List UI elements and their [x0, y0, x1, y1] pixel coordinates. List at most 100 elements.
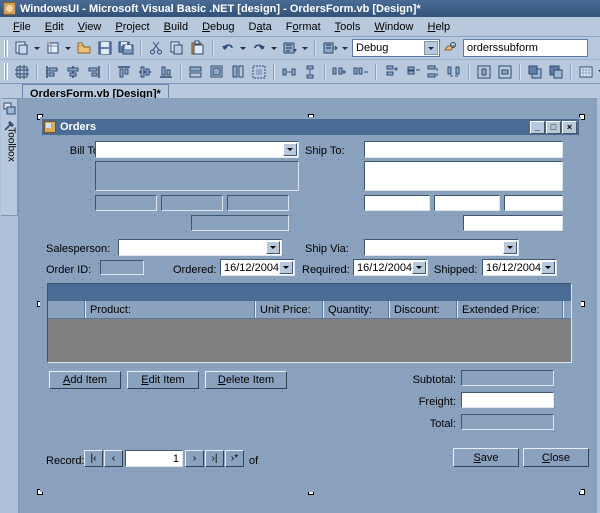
last-record-button[interactable]: ›| — [205, 450, 224, 467]
previous-record-button[interactable]: ‹ — [104, 450, 123, 467]
menu-format[interactable]: Format — [279, 19, 328, 35]
decrease-h-spacing-icon[interactable] — [350, 62, 371, 82]
menu-project[interactable]: Project — [108, 19, 156, 35]
menu-window[interactable]: Window — [367, 19, 420, 35]
add-item-button[interactable]: Add Item — [49, 371, 121, 389]
new-project-icon[interactable] — [11, 38, 32, 58]
form-client-area[interactable]: Bill To: Ship To: Salesperson: Ship Via:… — [42, 135, 589, 490]
form-designer-surface[interactable]: Orders _ □ × Bill To: Ship To: Salespers… — [19, 98, 600, 513]
chevron-down-icon[interactable] — [412, 261, 426, 274]
align-bottom-icon[interactable] — [155, 62, 176, 82]
make-equal-h-spacing-icon[interactable] — [443, 62, 464, 82]
bill-to-city-field[interactable] — [95, 195, 157, 211]
toolbar-grip[interactable] — [4, 39, 8, 57]
column-header-quantity[interactable]: Quantity: — [324, 301, 390, 318]
edit-item-button[interactable]: Edit Item — [127, 371, 199, 389]
bill-to-address-field[interactable] — [95, 161, 299, 191]
close-button[interactable]: Close — [523, 448, 589, 467]
new-item-icon[interactable] — [42, 38, 63, 58]
shipped-date-picker[interactable]: 16/12/2004 — [482, 259, 557, 276]
find-icon[interactable] — [440, 38, 461, 58]
chevron-down-icon[interactable] — [424, 41, 438, 55]
column-header-extended-price[interactable]: Extended Price: — [458, 301, 564, 318]
send-to-back-icon[interactable] — [545, 62, 566, 82]
chevron-down-icon[interactable] — [266, 241, 280, 254]
required-date-picker[interactable]: 16/12/2004 — [353, 259, 428, 276]
orders-form[interactable]: Orders _ □ × Bill To: Ship To: Salespers… — [40, 117, 589, 492]
redo-dropdown-icon[interactable] — [269, 38, 279, 58]
bill-to-country-field[interactable] — [191, 215, 289, 231]
ship-to-name-field[interactable] — [364, 141, 563, 158]
menu-tools[interactable]: Tools — [328, 19, 368, 35]
save-all-icon[interactable] — [115, 38, 136, 58]
new-item-dropdown-icon[interactable] — [63, 38, 73, 58]
bring-to-front-icon[interactable] — [524, 62, 545, 82]
bill-to-region-field[interactable] — [161, 195, 223, 211]
make-same-width-icon[interactable] — [185, 62, 206, 82]
ship-to-country-field[interactable] — [463, 215, 563, 231]
save-icon[interactable] — [94, 38, 115, 58]
menu-edit[interactable]: Edit — [38, 19, 71, 35]
solution-config-combo[interactable]: Debug — [352, 39, 440, 57]
navigate-icon[interactable] — [279, 38, 300, 58]
menu-file[interactable]: File — [6, 19, 38, 35]
ship-via-combo[interactable] — [364, 239, 519, 256]
order-id-field[interactable] — [100, 260, 144, 275]
menu-debug[interactable]: Debug — [195, 19, 241, 35]
chevron-down-icon[interactable] — [283, 143, 297, 156]
minimize-button[interactable]: _ — [530, 120, 545, 134]
toolbox-tab[interactable]: Toolbox — [1, 98, 18, 216]
run-dropdown-icon[interactable] — [340, 38, 350, 58]
start-debug-icon[interactable] — [319, 38, 340, 58]
new-record-button[interactable]: ›* — [225, 450, 244, 467]
new-project-dropdown-icon[interactable] — [32, 38, 42, 58]
make-same-height-icon[interactable] — [227, 62, 248, 82]
paste-icon[interactable] — [187, 38, 208, 58]
align-center-icon[interactable] — [62, 62, 83, 82]
column-header-product[interactable]: Product: — [86, 301, 256, 318]
delete-item-button[interactable]: Delete Item — [205, 371, 287, 389]
ship-to-region-field[interactable] — [434, 195, 500, 211]
align-right-icon[interactable] — [83, 62, 104, 82]
copy-icon[interactable] — [166, 38, 187, 58]
redo-icon[interactable] — [248, 38, 269, 58]
grid-dropdown-icon[interactable] — [596, 62, 600, 82]
ship-to-city-field[interactable] — [364, 195, 430, 211]
freight-field[interactable] — [461, 392, 554, 408]
align-top-icon[interactable] — [113, 62, 134, 82]
center-horizontally-icon[interactable] — [473, 62, 494, 82]
save-button[interactable]: Save — [453, 448, 519, 467]
chevron-down-icon[interactable] — [503, 241, 517, 254]
bill-to-postalcode-field[interactable] — [227, 195, 289, 211]
align-middle-icon[interactable] — [134, 62, 155, 82]
horizontal-spacing-icon[interactable] — [278, 62, 299, 82]
undo-dropdown-icon[interactable] — [238, 38, 248, 58]
close-button[interactable]: × — [562, 120, 577, 134]
menu-view[interactable]: View — [71, 19, 109, 35]
ship-to-postalcode-field[interactable] — [504, 195, 563, 211]
align-grid-icon[interactable] — [11, 62, 32, 82]
make-same-size-icon[interactable] — [206, 62, 227, 82]
align-left-icon[interactable] — [41, 62, 62, 82]
maximize-button[interactable]: □ — [546, 120, 561, 134]
size-to-grid-icon[interactable] — [248, 62, 269, 82]
ordered-date-picker[interactable]: 16/12/2004 — [220, 259, 295, 276]
menu-data[interactable]: Data — [242, 19, 279, 35]
center-vertically-icon[interactable] — [494, 62, 515, 82]
record-number-input[interactable]: 1 — [125, 450, 183, 467]
show-grid-icon[interactable] — [575, 62, 596, 82]
increase-h-spacing-icon[interactable] — [329, 62, 350, 82]
column-header-unit-price[interactable]: Unit Price: — [256, 301, 324, 318]
first-record-button[interactable]: |‹ — [84, 450, 103, 467]
server-explorer-icon[interactable] — [3, 102, 16, 115]
next-record-button[interactable]: › — [185, 450, 204, 467]
open-file-icon[interactable] — [73, 38, 94, 58]
undo-icon[interactable] — [217, 38, 238, 58]
order-details-datagrid[interactable]: Product: Unit Price: Quantity: Discount:… — [47, 283, 572, 363]
remove-v-spacing-icon[interactable] — [401, 62, 422, 82]
salesperson-combo[interactable] — [118, 239, 282, 256]
menu-help[interactable]: Help — [420, 19, 457, 35]
bill-to-combo[interactable] — [95, 141, 299, 158]
increase-v-spacing-icon[interactable] — [380, 62, 401, 82]
ship-to-address-field[interactable] — [364, 161, 563, 191]
